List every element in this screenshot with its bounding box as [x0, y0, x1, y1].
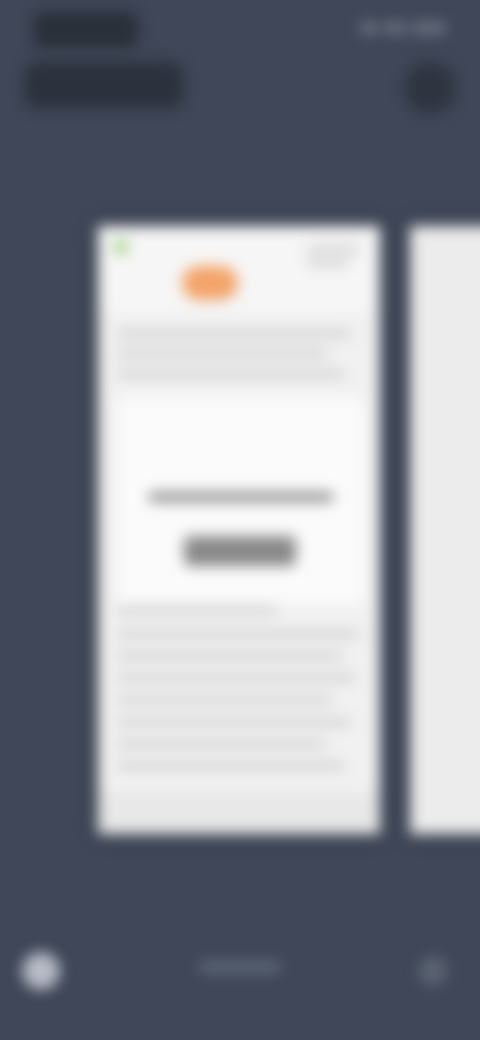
text-line	[116, 630, 360, 638]
app-card-next[interactable]	[410, 226, 480, 834]
text-line	[116, 762, 346, 770]
brand-logo	[182, 266, 238, 300]
promo-box	[118, 398, 364, 604]
promo-button[interactable]	[184, 536, 296, 566]
text-line	[116, 606, 278, 614]
signal-icon	[384, 22, 406, 34]
header-line	[306, 246, 360, 252]
text-line	[116, 370, 346, 378]
text-line	[116, 696, 332, 704]
battery-icon	[412, 22, 446, 34]
app-icon	[114, 240, 128, 254]
card-header	[98, 226, 380, 312]
status-time	[34, 12, 138, 48]
text-line	[116, 674, 356, 682]
home-icon[interactable]	[22, 952, 60, 990]
wifi-icon	[360, 22, 378, 34]
bottom-center-label[interactable]	[198, 960, 282, 974]
recents-chip[interactable]	[24, 62, 184, 108]
text-line	[116, 718, 352, 726]
status-bar	[0, 0, 480, 60]
more-icon[interactable]	[404, 62, 456, 114]
app-card-main[interactable]	[98, 226, 380, 834]
header-line	[306, 260, 350, 266]
promo-title	[148, 492, 334, 502]
bottom-navigation	[0, 930, 480, 1010]
text-line	[116, 652, 344, 660]
menu-icon[interactable]	[418, 956, 448, 986]
recent-apps-screen	[0, 0, 480, 1040]
status-icons	[350, 22, 446, 36]
text-line	[116, 350, 328, 358]
text-line	[116, 330, 352, 338]
card-footer	[98, 792, 380, 834]
text-line	[116, 740, 326, 748]
